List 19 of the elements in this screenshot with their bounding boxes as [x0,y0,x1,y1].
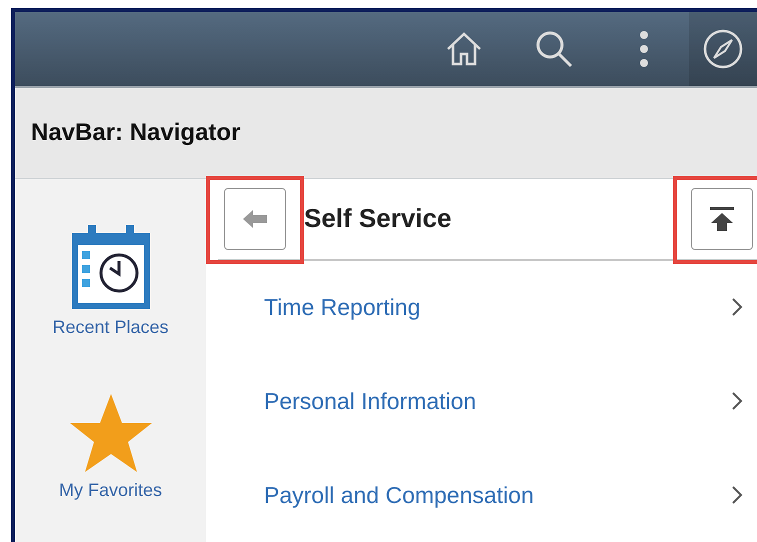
chevron-right-icon [731,485,743,506]
menu-item[interactable]: Time Reporting [206,260,757,354]
sidebar-item[interactable]: My Favorites [58,392,162,542]
arrow-to-top-icon [709,206,735,232]
arrow-left-icon [241,208,269,230]
chevron-right-icon [731,297,743,318]
star-icon [68,392,154,474]
compass-icon[interactable] [689,12,757,86]
menu-item[interactable]: Personal Information [206,354,757,448]
sidebar-item[interactable]: Recent Places [52,223,169,374]
sidebar-label: Recent Places [52,317,169,338]
panel-title: Self Service [304,203,452,234]
chevron-right-icon [731,391,743,412]
sidebar-label: My Favorites [58,480,162,500]
back-button[interactable] [224,188,286,250]
menu-item[interactable]: Payroll and Compensation [206,448,757,542]
calendar-clock-icon [70,223,152,311]
page-title: NavBar: Navigator [31,119,240,147]
scroll-top-button[interactable] [691,188,753,250]
